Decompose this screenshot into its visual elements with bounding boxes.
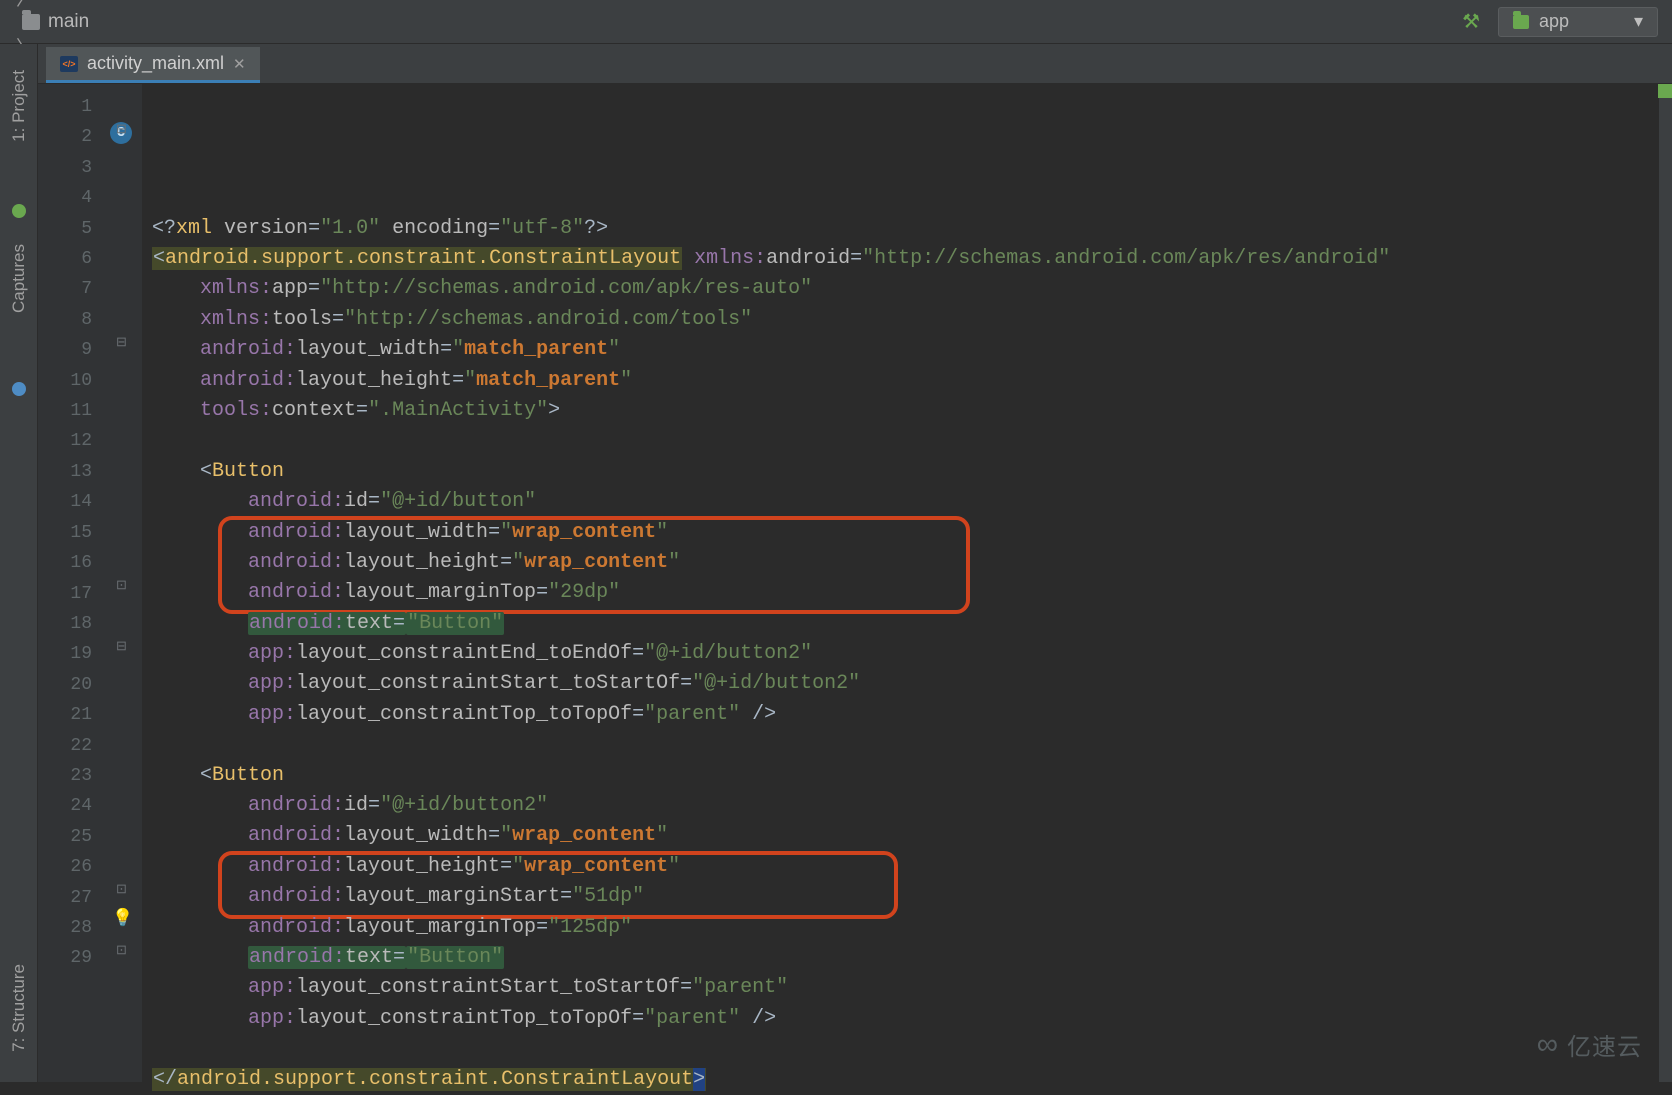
code-line[interactable]: android:layout_marginStart="51dp" — [152, 882, 1658, 912]
icon-gutter: C ⊟ ⊟ ⊡ ⊟ ⊡ ⊡ 💡 — [102, 84, 142, 1082]
chevron-right-icon: 〉 — [14, 0, 37, 10]
code-line[interactable]: app:layout_constraintEnd_toEndOf="@+id/b… — [152, 639, 1658, 669]
fold-icon[interactable]: ⊡ — [116, 882, 127, 897]
folder-icon — [22, 14, 40, 30]
code-line[interactable]: <Button — [152, 761, 1658, 791]
line-number: 27 — [38, 883, 92, 913]
line-number-gutter: 1234567891011121314151617181920212223242… — [38, 84, 102, 1082]
code-line[interactable]: xmlns:app="http://schemas.android.com/ap… — [152, 274, 1658, 304]
code-line[interactable]: <Button — [152, 457, 1658, 487]
code-line[interactable]: android:layout_width="wrap_content" — [152, 518, 1658, 548]
fold-icon[interactable]: ⊟ — [116, 639, 127, 654]
code-line[interactable]: app:layout_constraintStart_toStartOf="pa… — [152, 973, 1658, 1003]
intention-bulb-icon[interactable]: 💡 — [112, 908, 133, 929]
fold-icon[interactable]: ⊡ — [116, 943, 127, 958]
run-config-selector[interactable]: app ▾ — [1498, 7, 1658, 37]
fold-icon[interactable]: ⊟ — [116, 122, 127, 137]
code-line[interactable]: android:text="Button" — [152, 943, 1658, 973]
close-icon[interactable]: ✕ — [233, 55, 246, 73]
code-line[interactable]: android:layout_marginTop="125dp" — [152, 913, 1658, 943]
code-line[interactable]: android:layout_width="wrap_content" — [152, 821, 1658, 851]
tool-captures[interactable]: Captures — [9, 244, 29, 313]
tab-activity-main[interactable]: activity_main.xml ✕ — [46, 47, 260, 83]
line-number: 3 — [38, 153, 92, 183]
code-line[interactable]: app:layout_constraintTop_toTopOf="parent… — [152, 700, 1658, 730]
line-number: 10 — [38, 366, 92, 396]
code-line[interactable]: app:layout_constraintStart_toStartOf="@+… — [152, 669, 1658, 699]
tab-label: activity_main.xml — [87, 53, 224, 74]
code-line[interactable]: android:layout_height="wrap_content" — [152, 548, 1658, 578]
code-line[interactable]: app:layout_constraintTop_toTopOf="parent… — [152, 1004, 1658, 1034]
left-tool-strip: 1: Project Captures 7: Structure — [0, 44, 38, 1082]
line-number: 16 — [38, 548, 92, 578]
code-line[interactable]: <?xml version="1.0" encoding="utf-8"?> — [152, 214, 1658, 244]
run-config-label: app — [1539, 11, 1569, 32]
line-number: 18 — [38, 609, 92, 639]
line-number: 5 — [38, 214, 92, 244]
scroll-marker-icon — [1658, 84, 1672, 98]
build-icon[interactable]: ⚒ — [1462, 9, 1480, 34]
line-number: 20 — [38, 670, 92, 700]
line-number: 22 — [38, 731, 92, 761]
infinity-icon: ∞ — [1537, 1028, 1559, 1062]
scrollbar[interactable] — [1658, 84, 1672, 1082]
line-number: 13 — [38, 457, 92, 487]
line-number: 4 — [38, 183, 92, 213]
xml-file-icon — [60, 56, 78, 72]
line-number: 14 — [38, 487, 92, 517]
project-dot-icon — [12, 204, 26, 218]
code-line[interactable]: android:layout_height="wrap_content" — [152, 852, 1658, 882]
line-number: 23 — [38, 761, 92, 791]
line-number: 26 — [38, 852, 92, 882]
code-area[interactable]: <?xml version="1.0" encoding="utf-8"?><a… — [142, 84, 1672, 1082]
code-line[interactable] — [152, 1034, 1658, 1064]
line-number: 2 — [38, 122, 92, 152]
editor-tabs: activity_main.xml ✕ — [38, 44, 1672, 84]
code-line[interactable]: android:layout_height="match_parent" — [152, 366, 1658, 396]
line-number: 17 — [38, 579, 92, 609]
code-line[interactable]: android:layout_marginTop="29dp" — [152, 578, 1658, 608]
line-number: 21 — [38, 700, 92, 730]
line-number: 7 — [38, 274, 92, 304]
line-number: 15 — [38, 518, 92, 548]
line-number: 12 — [38, 426, 92, 456]
tool-project[interactable]: 1: Project — [9, 70, 29, 142]
code-line[interactable]: xmlns:tools="http://schemas.android.com/… — [152, 305, 1658, 335]
fold-icon[interactable]: ⊟ — [116, 335, 127, 350]
line-number: 25 — [38, 822, 92, 852]
code-line[interactable] — [152, 426, 1658, 456]
code-line[interactable]: </android.support.constraint.ConstraintL… — [152, 1065, 1658, 1095]
code-line[interactable]: android:id="@+id/button2" — [152, 791, 1658, 821]
breadcrumb-label: main — [48, 11, 89, 33]
code-line[interactable]: android:id="@+id/button" — [152, 487, 1658, 517]
code-line[interactable]: tools:context=".MainActivity"> — [152, 396, 1658, 426]
watermark: ∞ 亿速云 — [1537, 1027, 1642, 1062]
fold-icon[interactable]: ⊡ — [116, 578, 127, 593]
breadcrumb-main[interactable]: main — [14, 11, 250, 33]
line-number: 29 — [38, 943, 92, 973]
line-number: 1 — [38, 92, 92, 122]
watermark-text: 亿速云 — [1567, 1027, 1642, 1062]
line-number: 6 — [38, 244, 92, 274]
code-line[interactable]: android:layout_width="match_parent" — [152, 335, 1658, 365]
captures-dot-icon — [12, 382, 26, 396]
code-line[interactable]: <android.support.constraint.ConstraintLa… — [152, 244, 1658, 274]
line-number: 19 — [38, 639, 92, 669]
module-icon — [1513, 15, 1529, 29]
code-line[interactable]: android:text="Button" — [152, 609, 1658, 639]
chevron-down-icon: ▾ — [1634, 11, 1643, 32]
tool-structure[interactable]: 7: Structure — [9, 964, 29, 1052]
breadcrumb-bar: ConstraintLayoutDemo〉app〉src〉main〉res〉la… — [0, 0, 1672, 44]
line-number: 8 — [38, 305, 92, 335]
line-number: 24 — [38, 791, 92, 821]
line-number: 9 — [38, 335, 92, 365]
line-number: 11 — [38, 396, 92, 426]
line-number: 28 — [38, 913, 92, 943]
code-editor[interactable]: 1234567891011121314151617181920212223242… — [38, 84, 1672, 1082]
code-line[interactable] — [152, 730, 1658, 760]
